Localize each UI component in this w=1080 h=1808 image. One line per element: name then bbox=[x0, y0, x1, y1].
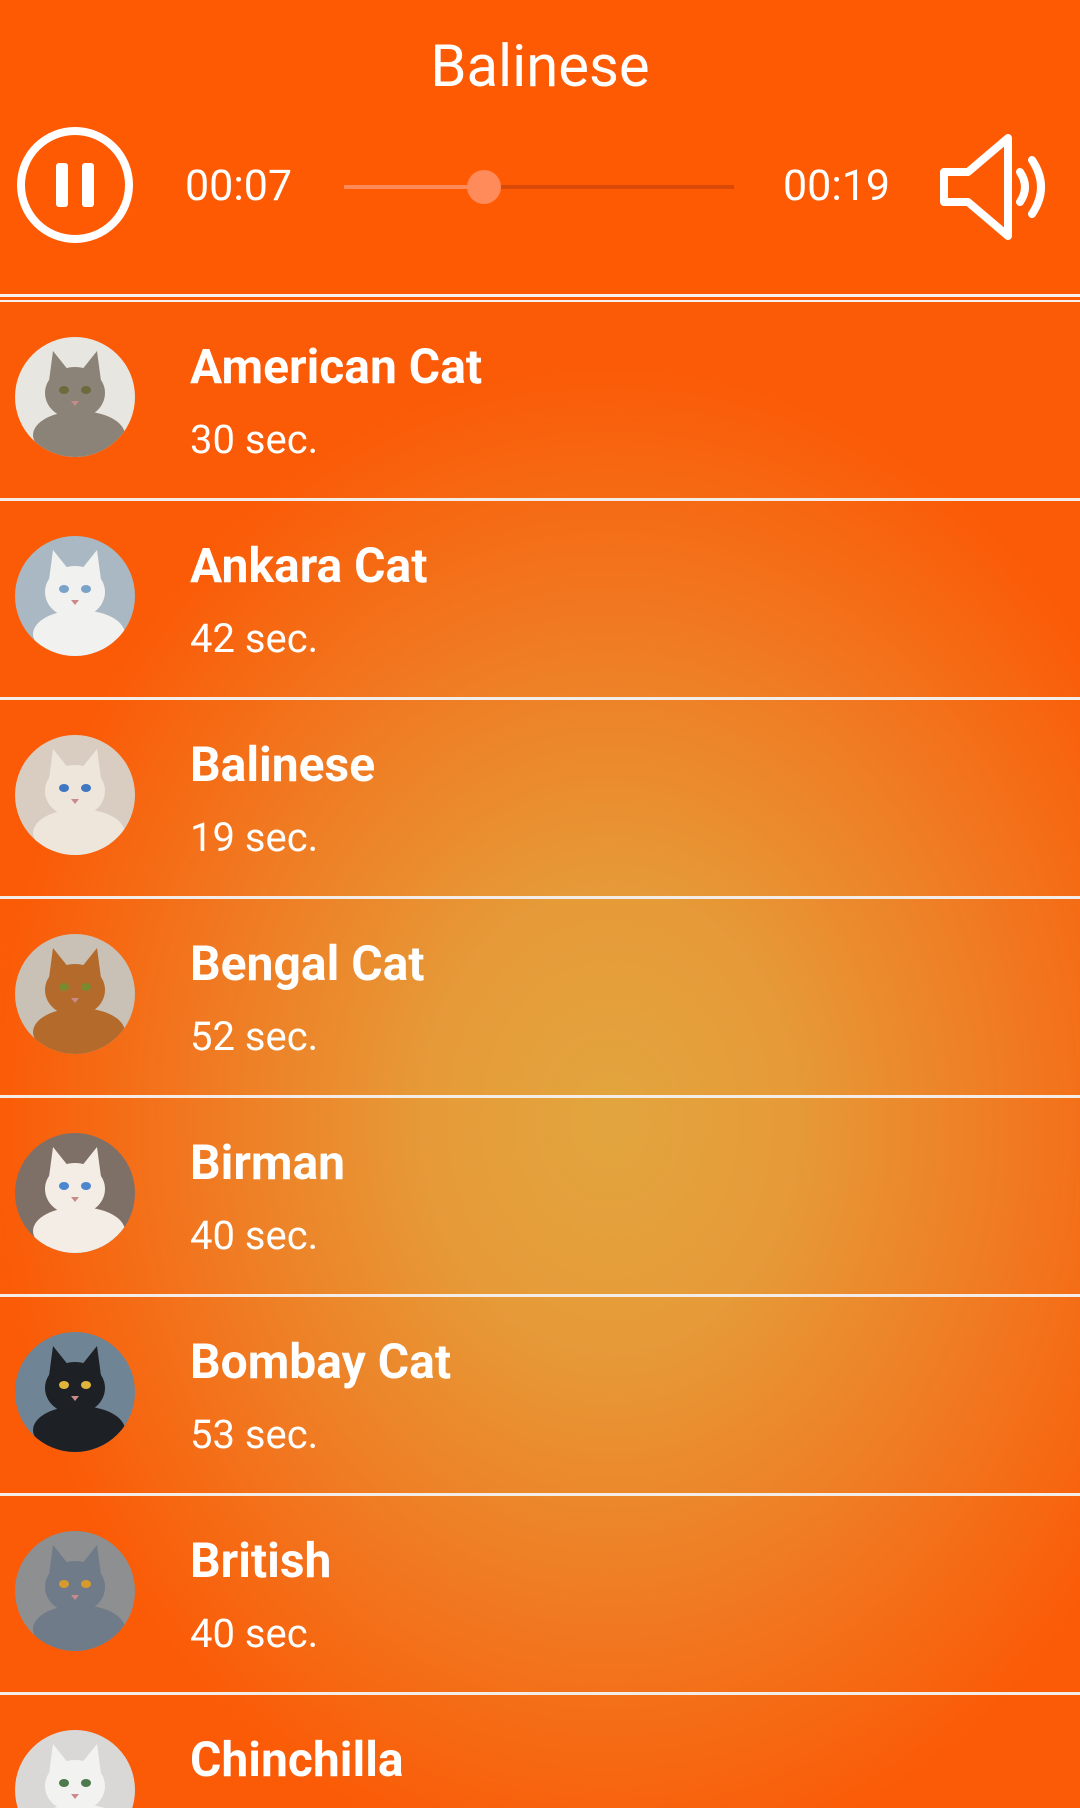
sound-duration: 53 sec. bbox=[190, 1411, 319, 1458]
sound-name: British bbox=[190, 1532, 332, 1589]
sound-duration: 52 sec. bbox=[190, 1013, 319, 1060]
cat-photo bbox=[15, 337, 135, 457]
cat-photo bbox=[15, 1531, 135, 1651]
sound-list: American Cat 30 sec. Ankara Cat 42 sec. Bali… bbox=[0, 302, 1080, 1808]
cat-avatar bbox=[15, 735, 135, 855]
sound-name: Chinchilla bbox=[190, 1731, 404, 1788]
list-item[interactable]: British 40 sec. bbox=[0, 1496, 1080, 1695]
volume-button[interactable] bbox=[938, 130, 1054, 244]
cat-avatar bbox=[15, 1730, 135, 1808]
sound-duration: 30 sec. bbox=[190, 416, 319, 463]
cat-photo bbox=[15, 735, 135, 855]
cat-avatar bbox=[15, 536, 135, 656]
list-item[interactable]: Balinese 19 sec. bbox=[0, 700, 1080, 899]
cat-avatar bbox=[15, 1133, 135, 1253]
cat-avatar bbox=[15, 337, 135, 457]
sound-name: Birman bbox=[190, 1134, 346, 1191]
list-item[interactable]: American Cat 30 sec. bbox=[0, 302, 1080, 501]
volume-icon bbox=[940, 134, 1045, 240]
list-item[interactable]: Ankara Cat 42 sec. bbox=[0, 501, 1080, 700]
player-header: Balinese 00:07 00:19 bbox=[0, 0, 1080, 294]
list-item[interactable]: Bombay Cat 53 sec. bbox=[0, 1297, 1080, 1496]
sound-duration: 42 sec. bbox=[190, 615, 319, 662]
cat-photo bbox=[15, 536, 135, 656]
list-item[interactable]: Bengal Cat 52 sec. bbox=[0, 899, 1080, 1098]
now-playing-title: Balinese bbox=[430, 33, 650, 101]
total-time: 00:19 bbox=[783, 161, 891, 211]
cat-avatar bbox=[15, 934, 135, 1054]
seek-progress bbox=[344, 185, 485, 189]
list-item[interactable]: Birman 40 sec. bbox=[0, 1098, 1080, 1297]
cat-avatar bbox=[15, 1332, 135, 1452]
sound-name: Balinese bbox=[190, 736, 376, 793]
sound-duration: 19 sec. bbox=[190, 814, 319, 861]
pause-icon bbox=[17, 127, 133, 243]
seek-bar[interactable] bbox=[344, 170, 734, 204]
sound-name: Bengal Cat bbox=[190, 935, 425, 992]
header-divider bbox=[0, 294, 1080, 302]
sound-duration: 40 sec. bbox=[190, 1212, 319, 1259]
cat-photo bbox=[15, 1730, 135, 1808]
sound-name: Ankara Cat bbox=[190, 537, 428, 594]
sound-name: American Cat bbox=[190, 338, 483, 395]
seek-thumb[interactable] bbox=[467, 170, 502, 204]
elapsed-time: 00:07 bbox=[185, 161, 293, 211]
cat-photo bbox=[15, 1332, 135, 1452]
cat-photo bbox=[15, 934, 135, 1054]
sound-duration: 40 sec. bbox=[190, 1610, 319, 1657]
list-item[interactable]: Chinchilla bbox=[0, 1695, 1080, 1808]
cat-photo bbox=[15, 1133, 135, 1253]
pause-button[interactable] bbox=[16, 126, 134, 244]
cat-avatar bbox=[15, 1531, 135, 1651]
sound-name: Bombay Cat bbox=[190, 1333, 452, 1390]
